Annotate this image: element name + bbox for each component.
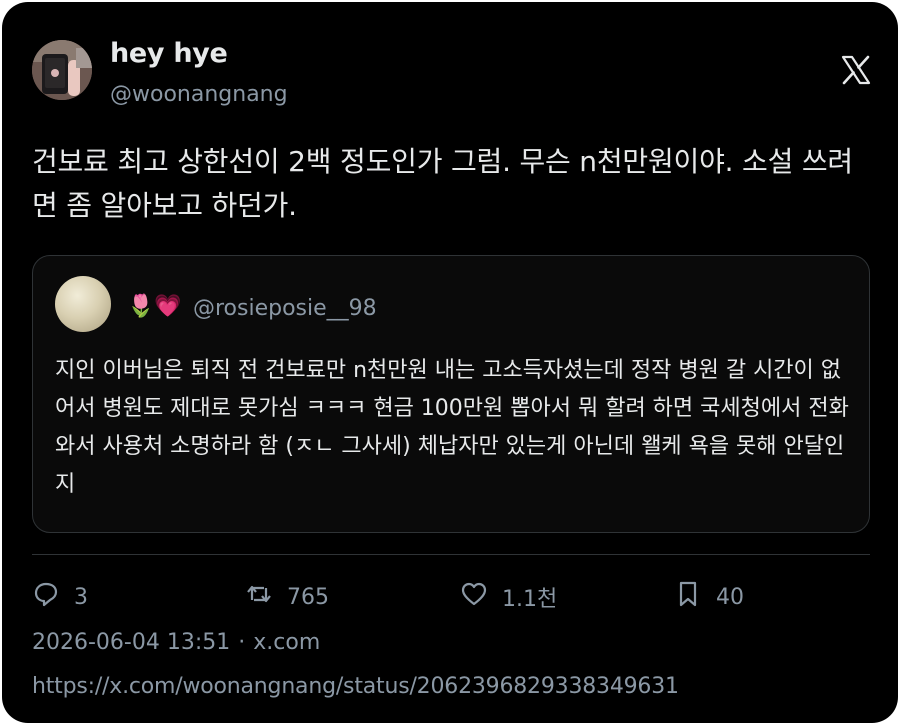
divider bbox=[32, 554, 870, 555]
author-avatar[interactable] bbox=[32, 40, 92, 100]
tweet-meta: 2026-06-04 13:51 · x.com bbox=[32, 630, 320, 655]
bookmark-icon bbox=[674, 580, 716, 614]
like-count: 1.1천 bbox=[502, 587, 558, 612]
reply-icon bbox=[32, 580, 74, 614]
quoted-author-emoji: 🌷💗 bbox=[127, 294, 182, 319]
timestamp[interactable]: 2026-06-04 13:51 bbox=[32, 630, 230, 655]
author-handle[interactable]: @woonangnang bbox=[110, 82, 288, 107]
tweet-card: hey hye @woonangnang 건보료 최고 상한선이 2백 정도인가… bbox=[2, 2, 898, 723]
tweet-url[interactable]: https://x.com/woonangnang/status/2062396… bbox=[32, 674, 679, 699]
source-label: x.com bbox=[253, 630, 321, 655]
quoted-tweet[interactable]: 🌷💗 @rosieposie__98 지인 이버님은 퇴직 전 건보료만 n천만… bbox=[32, 255, 870, 533]
like-button[interactable]: 1.1천 bbox=[460, 580, 557, 614]
bookmark-count: 40 bbox=[716, 584, 744, 610]
repost-count: 765 bbox=[287, 584, 329, 610]
reply-button[interactable]: 3 bbox=[32, 580, 88, 614]
repost-icon bbox=[245, 580, 287, 614]
tweet-text: 건보료 최고 상한선이 2백 정도인가 그럼. 무슨 n천만원이야. 소설 쓰려… bbox=[32, 145, 853, 222]
quoted-author-avatar bbox=[55, 276, 111, 332]
quoted-tweet-text: 지인 이버님은 퇴직 전 건보료만 n천만원 내는 고소득자셨는데 정작 병원 … bbox=[55, 358, 849, 497]
quoted-author-handle: @rosieposie__98 bbox=[193, 296, 377, 321]
repost-button[interactable]: 765 bbox=[245, 580, 329, 614]
meta-separator: · bbox=[238, 630, 246, 655]
reply-count: 3 bbox=[74, 584, 88, 610]
x-logo-icon[interactable] bbox=[840, 54, 872, 86]
heart-icon bbox=[460, 580, 502, 614]
author-display-name[interactable]: hey hye bbox=[110, 38, 228, 69]
bookmark-button[interactable]: 40 bbox=[674, 580, 744, 614]
